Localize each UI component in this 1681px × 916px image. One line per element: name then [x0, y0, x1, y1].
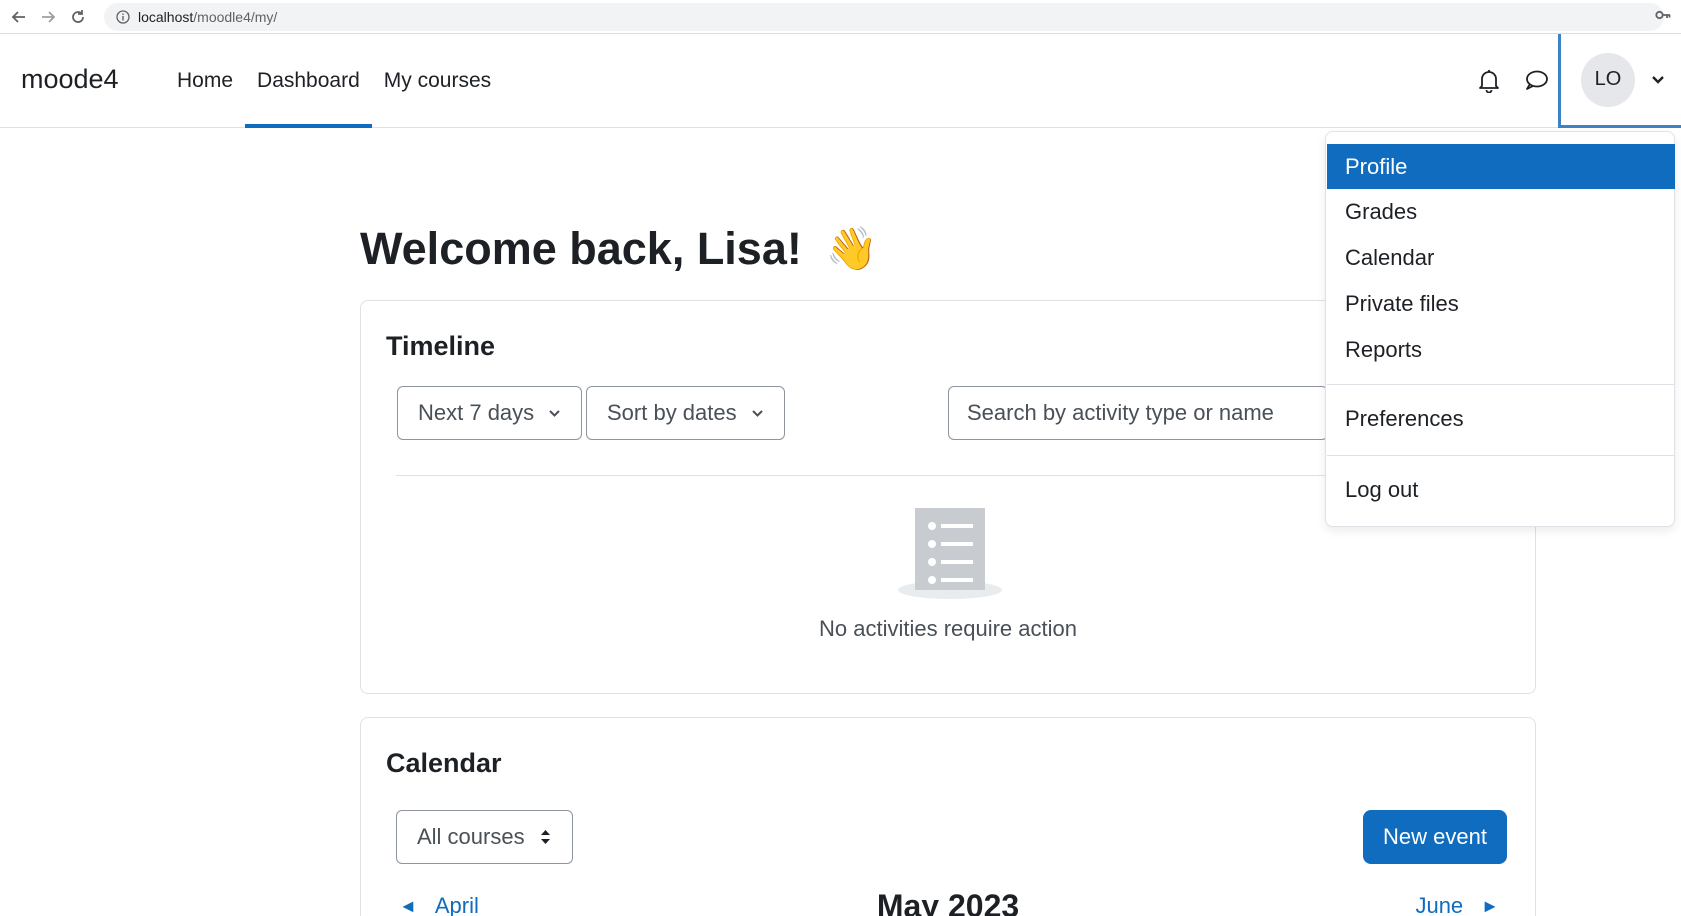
chevron-down-icon: [1652, 75, 1664, 84]
calendar-title: Calendar: [386, 748, 502, 778]
forward-arrow-icon[interactable]: [37, 6, 59, 28]
chevron-down-icon: [751, 409, 763, 417]
next-month-label: June: [1415, 893, 1464, 916]
day-filter-dropdown[interactable]: Next 7 days: [397, 386, 583, 440]
url-host: localhost: [138, 9, 194, 25]
sort-filter-label: Sort by dates: [607, 400, 737, 425]
avatar[interactable]: LO: [1581, 52, 1635, 107]
menu-item-calendar[interactable]: Calendar: [1327, 235, 1675, 280]
menu-divider: [1327, 384, 1675, 385]
site-brand[interactable]: moode4: [21, 64, 119, 95]
timeline-title: Timeline: [386, 331, 496, 361]
browser-toolbar: localhost/moodle4/my/: [0, 0, 1681, 34]
day-filter-label: Next 7 days: [418, 400, 535, 425]
current-month-heading: May 2023: [876, 888, 1020, 916]
primary-navbar: moode4 Home Dashboard My courses: [0, 34, 1681, 128]
prev-month-label: April: [434, 893, 479, 916]
primary-navigation: Home Dashboard My courses: [165, 34, 503, 128]
menu-divider: [1327, 455, 1675, 456]
reload-icon[interactable]: [67, 6, 89, 28]
search-placeholder: Search by activity type or name: [967, 400, 1274, 425]
menu-item-preferences[interactable]: Preferences: [1327, 396, 1675, 441]
new-event-button[interactable]: New event: [1363, 810, 1507, 864]
url-text: localhost/moodle4/my/: [138, 9, 277, 25]
user-dropdown-menu: Profile Grades Calendar Private files Re…: [1325, 131, 1675, 527]
next-month-link[interactable]: June ►: [1415, 893, 1499, 916]
bell-icon[interactable]: [1475, 66, 1503, 94]
sort-filter-dropdown[interactable]: Sort by dates: [586, 386, 785, 440]
sort-arrows-icon: [540, 830, 550, 844]
menu-item-profile[interactable]: Profile: [1327, 144, 1675, 189]
key-icon[interactable]: [1655, 8, 1671, 22]
nav-dashboard[interactable]: Dashboard: [245, 34, 372, 128]
address-bar[interactable]: localhost/moodle4/my/: [104, 3, 1664, 31]
waving-hand-icon: 👋: [825, 225, 879, 272]
site-info-icon[interactable]: [116, 10, 130, 24]
page-heading: Welcome back, Lisa! 👋: [360, 223, 878, 275]
menu-item-reports[interactable]: Reports: [1327, 327, 1675, 372]
course-filter-select[interactable]: All courses: [396, 810, 573, 864]
prev-month-link[interactable]: ◄ April: [399, 893, 479, 916]
user-menu-toggle[interactable]: LO: [1558, 34, 1681, 128]
calendar-block: Calendar All courses New event May 2023 …: [360, 717, 1536, 916]
menu-item-private-files[interactable]: Private files: [1327, 281, 1675, 326]
url-path: /moodle4/my/: [193, 9, 278, 25]
nav-home[interactable]: Home: [165, 34, 245, 128]
empty-state-message: No activities require action: [818, 616, 1077, 641]
empty-activities-icon: [898, 508, 1002, 599]
chevron-down-icon: [549, 409, 560, 417]
welcome-text: Welcome back, Lisa!: [360, 223, 802, 274]
right-arrow-icon: ►: [1481, 895, 1499, 916]
back-arrow-icon[interactable]: [8, 6, 30, 28]
menu-item-logout[interactable]: Log out: [1327, 467, 1675, 512]
menu-item-grades[interactable]: Grades: [1327, 189, 1675, 234]
nav-my-courses[interactable]: My courses: [372, 34, 503, 128]
timeline-search-input[interactable]: Search by activity type or name: [948, 386, 1328, 440]
left-arrow-icon: ◄: [399, 895, 417, 916]
message-icon[interactable]: [1522, 66, 1550, 94]
course-filter-label: All courses: [417, 824, 525, 849]
